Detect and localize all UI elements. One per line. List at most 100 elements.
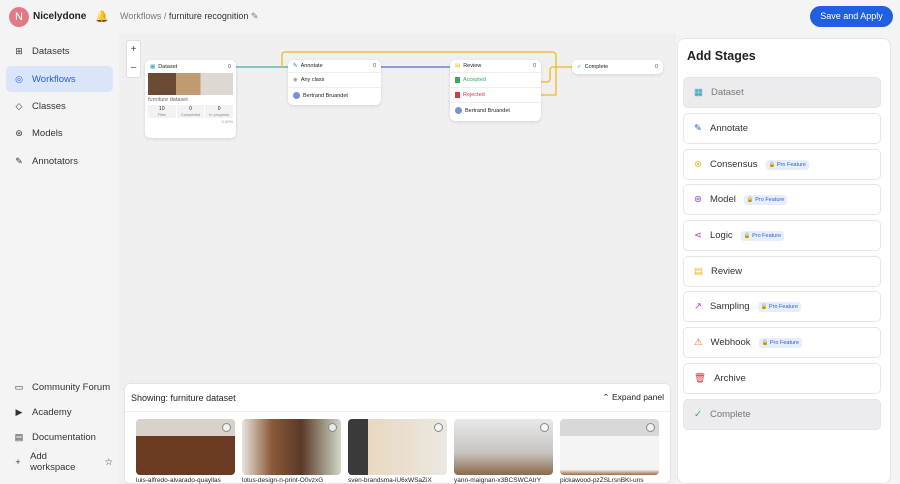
sidebar-item-label: Documentation [32,431,96,443]
stage-label: Webhook [710,337,751,348]
sampling-icon: ↗ [694,301,702,312]
stage-label: Logic [709,230,733,241]
remove-icon[interactable] [222,423,231,432]
file-thumbnail[interactable] [560,419,659,475]
stage-archive[interactable]: 🗑 Archive [683,363,881,394]
showing-label: Showing: [131,392,169,403]
stat-label: Completed [180,112,201,117]
review-icon: ▤ [694,266,703,277]
file-thumbnail[interactable] [454,419,553,475]
node-count: 0 [532,63,536,69]
assignee: Bertrand Bruandet [465,107,510,114]
stage-label: Complete [709,409,751,420]
rejected-output: Rejected [463,92,485,98]
sidebar-item-documentation[interactable]: ▤ Documentation [6,424,113,450]
sidebar-item-add-workspace[interactable]: + Add workspace ☆ [6,449,113,475]
class-icon: ◉ [293,77,298,83]
expand-panel-button[interactable]: ⌃ Expand panel [603,392,664,403]
stage-review[interactable]: ▤ Review [683,256,881,287]
sidebar-item-label: Annotators [32,155,78,167]
save-and-apply-button[interactable]: Save and Apply [810,6,893,27]
star-icon[interactable]: ☆ [104,457,113,468]
pro-feature-badge: 🔒 Pro Feature [765,159,809,170]
dataset-icon: ▦ [694,87,703,98]
breadcrumb-workflows[interactable]: Workflows / [120,11,166,21]
remove-icon[interactable] [540,423,549,432]
complete-node[interactable]: ✓ Complete 0 [572,60,663,74]
consensus-icon: ⊗ [694,159,702,170]
stage-label: Sampling [709,301,750,312]
sidebar-item-label: Academy [32,406,72,418]
file-name: lotus-design-n-print-O0vzxG [242,477,324,484]
file-name: sven-brandsma-iU6xWSaZiX [348,477,432,484]
sidebar-item-community-forum[interactable]: ▭ Community Forum [6,374,113,400]
stage-consensus[interactable]: ⊗ Consensus 🔒 Pro Feature [683,149,881,180]
expand-icon: ⌃ [602,392,612,402]
review-icon: ▤ [455,63,461,69]
sidebar-item-label: Community Forum [32,381,111,393]
stage-sampling[interactable]: ↗ Sampling 🔒 Pro Feature [683,291,881,322]
stage-label: Consensus [709,159,758,170]
sidebar-item-workflows[interactable]: ◎ Workflows [6,66,113,92]
add-stages-panel: Add Stages ▦ Dataset ✎ Annotate ⊗ Consensus… [677,38,891,484]
stat-label: Files [157,112,167,117]
stage-webhook[interactable]: ⚠ Webhook 🔒 Pro Feature [683,327,881,358]
sidebar-item-annotators[interactable]: ✎ Annotators [6,148,113,174]
stage-label: Dataset [710,87,744,98]
file-thumbnail[interactable] [242,419,341,475]
edit-icon[interactable]: ✎ [251,11,259,21]
remove-icon[interactable] [646,423,655,432]
pro-feature-badge: 🔒 Pro Feature [757,301,802,312]
node-title: Dataset [158,63,178,70]
remove-icon[interactable] [434,423,443,432]
webhook-icon: ⚠ [694,337,703,348]
node-count: 0 [654,63,658,70]
dataset-preview-panel: Showing: furniture dataset ⌃ Expand pane… [124,383,671,484]
file-name: pickawood-pzZSLrsnBKl-uns [560,477,644,484]
zoom-in-button[interactable]: + [127,41,140,59]
remove-icon[interactable] [328,423,337,432]
stage-dataset[interactable]: ▦ Dataset [683,77,881,108]
breadcrumb: Workflows / furniture recognition ✎ [120,11,258,22]
expand-label: Expand panel [612,392,664,402]
review-node[interactable]: ▤ Review 0 Accepted Rejected Bertrand Brua… [450,60,541,121]
annotators-icon: ✎ [15,155,23,166]
avatar[interactable]: N [9,7,29,27]
datasets-icon: ⊞ [15,45,23,56]
header: N Nicelydone 🔔 Workflows / furniture rec… [0,0,900,33]
sidebar: ⊞ Datasets ◎ Workflows ◇ Classes ⊛ Models ✎ A… [0,33,118,484]
stage-model[interactable]: ⊛ Model 🔒 Pro Feature [683,184,881,215]
stage-logic[interactable]: ⋖ Logic 🔒 Pro Feature [683,220,881,251]
file-thumbnail[interactable] [136,419,235,475]
node-count: 0 [372,63,376,69]
user-avatar [455,107,462,114]
pro-label: Pro Feature [769,339,799,346]
documentation-icon: ▤ [14,431,24,442]
complete-icon: ✓ [694,409,702,420]
dataset-node[interactable]: ▦ Dataset 0 furniture dataset 10 Files 0 Com… [145,60,236,138]
stage-complete[interactable]: ✓ Complete [683,399,881,430]
zoom-out-button[interactable]: – [127,59,140,77]
pro-label: Pro Feature [776,161,806,168]
sidebar-item-label: Models [32,127,63,139]
sidebar-item-models[interactable]: ⊛ Models [6,120,113,146]
stage-annotate[interactable]: ✎ Annotate [683,113,881,144]
bell-icon[interactable]: 🔔 [95,10,109,23]
annotate-icon: ✎ [694,123,702,134]
workspace-name[interactable]: Nicelydone [33,11,86,22]
file-name: yann-maignan-x3BCSWCAtrY [454,477,542,484]
models-icon: ⊛ [15,127,23,138]
pro-label: Pro Feature [752,232,782,239]
annotate-node[interactable]: ✎ Annotate 0 ◉ Any class Bertrand Bruandet [288,60,381,105]
file-thumbnail[interactable] [348,419,447,475]
sidebar-item-datasets[interactable]: ⊞ Datasets [6,38,113,64]
connector-accepted-complete [541,66,574,83]
annotate-icon: ✎ [293,63,298,69]
panel-title: Add Stages [687,49,756,63]
logic-icon: ⋖ [694,230,702,241]
sidebar-item-classes[interactable]: ◇ Classes [6,93,113,119]
sidebar-item-label: Workflows [32,73,76,85]
sidebar-item-academy[interactable]: ▶ Academy [6,399,113,425]
assignee: Bertrand Bruandet [303,92,348,99]
forum-icon: ▭ [14,381,24,392]
